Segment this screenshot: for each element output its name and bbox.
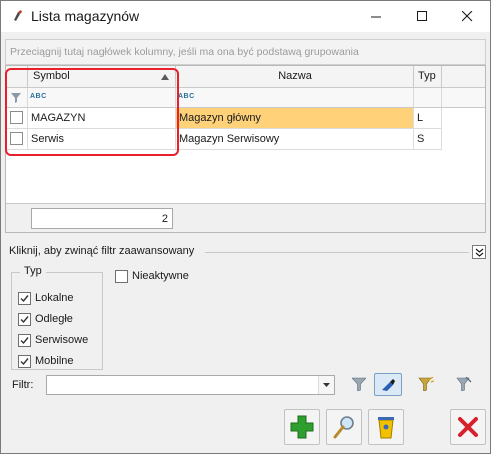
filter-combo[interactable] (46, 375, 335, 395)
row-select-cell[interactable] (6, 129, 28, 150)
typ-legend: Typ (20, 265, 46, 277)
filter-row-icon-cell[interactable] (6, 88, 28, 108)
check-icon (20, 295, 29, 303)
check-icon (20, 358, 29, 366)
title-bar: Lista magazynów (1, 1, 490, 32)
close-icon (461, 11, 472, 22)
cell-typ[interactable]: L (414, 108, 442, 129)
edit-icon (333, 416, 354, 439)
cell-symbol[interactable]: Serwis (28, 129, 176, 150)
cell-nazwa[interactable]: Magazyn główny (176, 108, 414, 129)
column-label-nazwa: Nazwa (278, 70, 312, 82)
column-label-symbol: Symbol (33, 70, 70, 82)
combo-dropdown-button[interactable] (318, 376, 334, 394)
column-header-typ[interactable]: Typ (414, 66, 442, 88)
table-row[interactable]: MAGAZYN Magazyn główny L (6, 108, 485, 129)
filter-label: Filtr: (12, 379, 34, 391)
column-header-nazwa[interactable]: Nazwa (176, 66, 414, 88)
grid-footer: 2 (6, 203, 485, 232)
delete-button[interactable] (368, 409, 404, 445)
typ-group: Typ Lokalne Odległe Serwisowe Mobilne (11, 265, 103, 370)
add-button[interactable] (284, 409, 320, 445)
funnel-add-icon (418, 377, 434, 391)
funnel-icon (352, 377, 366, 391)
group-by-panel[interactable]: Przeciągnij tutaj nagłówek kolumny, jeśl… (5, 39, 486, 65)
checkbox-label: Mobilne (35, 355, 74, 367)
divider (205, 252, 469, 253)
check-icon (20, 337, 29, 345)
filter-hint-symbol: ABC (30, 93, 47, 100)
row-checkbox[interactable] (10, 132, 23, 145)
sort-up-icon (161, 74, 169, 80)
app-icon (14, 10, 22, 21)
edit-button[interactable] (326, 409, 362, 445)
filter-icon (11, 93, 21, 103)
filter-cell-typ[interactable] (414, 88, 442, 108)
checkbox-label: Nieaktywne (132, 270, 189, 282)
checkbox-box[interactable] (115, 270, 128, 283)
cell-symbol[interactable]: MAGAZYN (28, 108, 176, 129)
checkbox-label: Odległe (35, 313, 73, 325)
cancel-icon (458, 417, 478, 437)
funnel-remove-icon (456, 377, 472, 391)
delete-bin-icon (378, 417, 394, 439)
filter-cell-nazwa[interactable]: ABC (176, 88, 414, 108)
filter-filler (442, 88, 485, 108)
advanced-filter-header[interactable]: Kliknij, aby zwinąć filtr zaawansowany (5, 245, 486, 261)
filter-cell-symbol[interactable]: ABC (28, 88, 176, 108)
record-count: 2 (31, 208, 173, 229)
window-title: Lista magazynów (31, 8, 140, 24)
cell-nazwa[interactable]: Magazyn Serwisowy (176, 129, 414, 150)
column-label-typ: Typ (418, 70, 436, 82)
checkbox-label: Serwisowe (35, 334, 89, 346)
chevron-down-icon (323, 383, 330, 387)
row-select-cell[interactable] (6, 108, 28, 129)
checkbox-box[interactable] (18, 313, 31, 326)
check-icon (20, 316, 29, 324)
remove-filter-button[interactable] (450, 373, 478, 396)
cell-typ[interactable]: S (414, 129, 442, 150)
apply-filter-button[interactable] (345, 373, 373, 396)
close-button[interactable] (444, 1, 490, 32)
checkbox-box[interactable] (18, 355, 31, 368)
window: Lista magazynów Przeciągnij tutaj nagłów… (0, 0, 491, 454)
filter-clear-icon (382, 379, 395, 391)
add-icon (290, 415, 314, 439)
maximize-icon (416, 11, 427, 21)
checkbox-box[interactable] (18, 334, 31, 347)
filter-clear-button[interactable] (374, 373, 402, 396)
checkbox-box[interactable] (18, 292, 31, 305)
header-select-cell (6, 66, 28, 88)
data-grid[interactable]: Symbol Nazwa Typ ABC ABC MAGAZYN Magazyn… (5, 65, 486, 233)
table-row[interactable]: Serwis Magazyn Serwisowy S (6, 129, 485, 150)
collapse-icon (475, 248, 484, 257)
header-filler (442, 66, 485, 88)
add-filter-button[interactable] (412, 373, 440, 396)
checkbox-label: Lokalne (35, 292, 74, 304)
row-checkbox[interactable] (10, 111, 23, 124)
minimize-icon (370, 16, 381, 18)
minimize-button[interactable] (353, 1, 399, 32)
cancel-button[interactable] (450, 409, 486, 445)
column-header-symbol[interactable]: Symbol (28, 66, 176, 88)
collapse-button[interactable] (472, 245, 486, 259)
maximize-button[interactable] (399, 1, 445, 32)
advanced-filter-toggle-label[interactable]: Kliknij, aby zwinąć filtr zaawansowany (9, 245, 194, 257)
filter-hint-nazwa: ABC (178, 93, 195, 100)
